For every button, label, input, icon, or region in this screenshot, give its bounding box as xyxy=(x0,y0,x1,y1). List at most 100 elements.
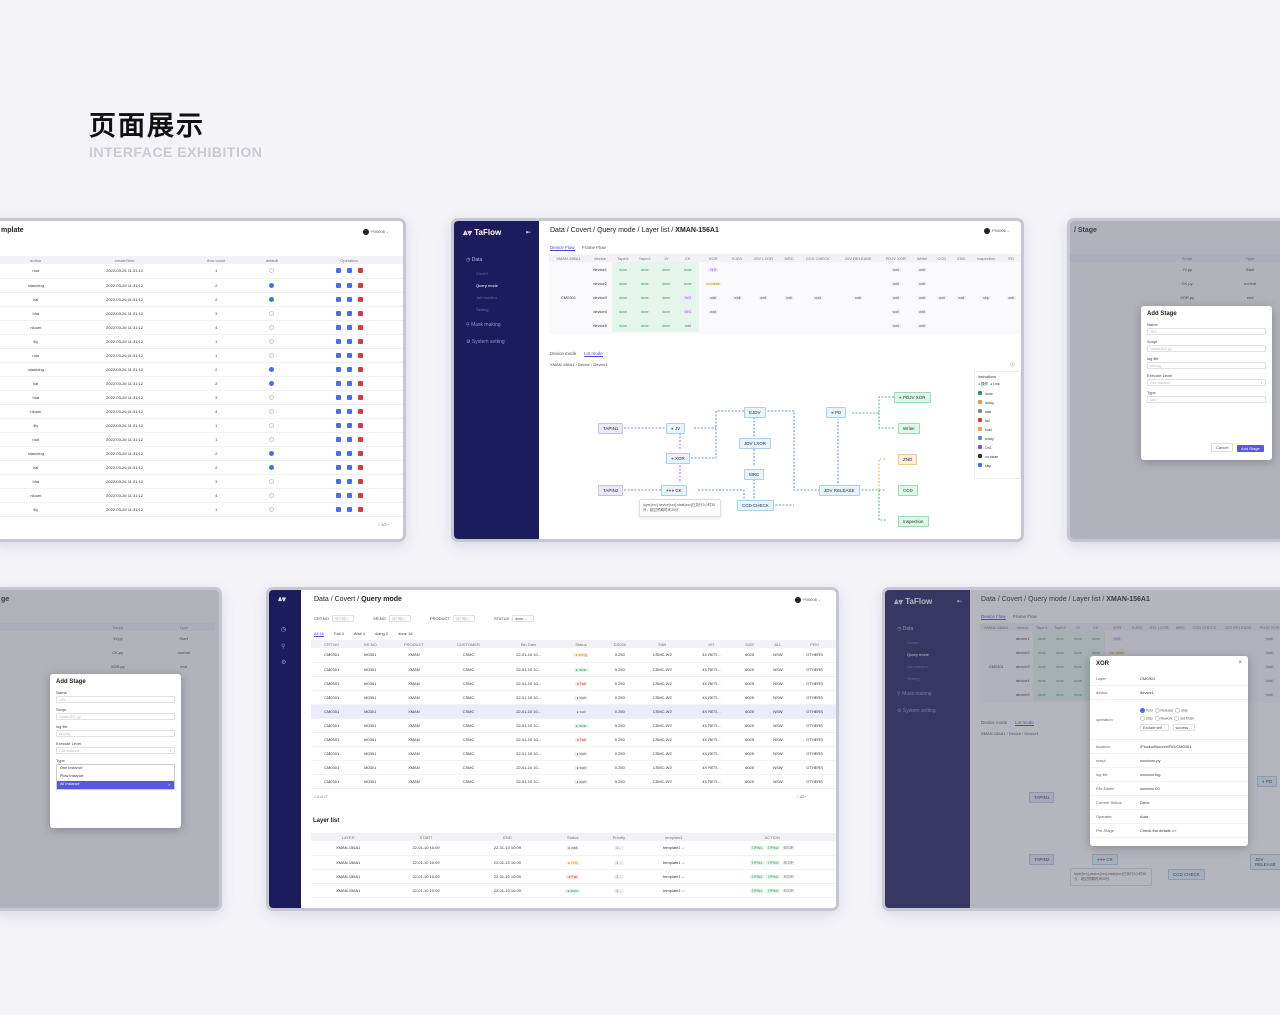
default-radio[interactable] xyxy=(269,380,275,386)
node-ccd-check[interactable]: CCD CHECK xyxy=(737,500,774,511)
tipin1-button[interactable]: TIPIN1 xyxy=(749,874,765,879)
delete-icon[interactable] xyxy=(357,366,363,372)
set-finish-radio[interactable] xyxy=(1174,716,1180,721)
download-icon[interactable] xyxy=(346,324,352,330)
delete-icon[interactable] xyxy=(357,408,363,414)
stop-button[interactable]: STOP xyxy=(781,874,796,879)
download-icon[interactable] xyxy=(346,310,352,316)
user-menu[interactable]: P00006 ⌵ xyxy=(363,229,389,235)
status-tab[interactable]: done 16 xyxy=(398,631,412,636)
exclude-select[interactable]: Exclude self ⌵ xyxy=(1140,724,1169,731)
download-icon[interactable] xyxy=(346,506,352,512)
delete-icon[interactable] xyxy=(357,450,363,456)
user-menu[interactable]: P00006 ⌵ xyxy=(795,597,821,603)
default-radio[interactable] xyxy=(269,296,275,302)
edit-icon[interactable] xyxy=(335,422,341,428)
tipin2-button[interactable]: TIPIN2 xyxy=(765,846,781,851)
download-icon[interactable] xyxy=(346,464,352,470)
name-input[interactable]: JDV xyxy=(1147,328,1266,335)
default-radio[interactable] xyxy=(269,366,275,372)
download-icon[interactable] xyxy=(346,282,352,288)
type-select[interactable]: start ⌵ xyxy=(1147,396,1266,403)
status-tab[interactable]: All 16 xyxy=(314,631,325,637)
node-jdv-release[interactable]: JDV RELEASE xyxy=(819,485,860,496)
edit-icon[interactable] xyxy=(335,310,341,316)
edit-icon[interactable] xyxy=(335,366,341,372)
priority-select[interactable]: 1 ⌵ xyxy=(614,874,624,879)
edit-icon[interactable] xyxy=(335,352,341,358)
stop-button[interactable]: STOP xyxy=(781,860,796,865)
edit-icon[interactable] xyxy=(335,282,341,288)
delete-icon[interactable] xyxy=(357,464,363,470)
download-icon[interactable] xyxy=(346,492,352,498)
nav-system-icon[interactable]: ⚙ xyxy=(281,659,286,666)
rework-radio[interactable] xyxy=(1154,716,1160,721)
tipin2-button[interactable]: TIPIN2 xyxy=(765,874,781,879)
delete-icon[interactable] xyxy=(357,268,363,274)
release-radio[interactable] xyxy=(1154,708,1160,713)
delete-icon[interactable] xyxy=(357,436,363,442)
exec-select[interactable]: One instance ⇕ xyxy=(56,747,175,754)
edit-icon[interactable] xyxy=(335,492,341,498)
download-icon[interactable] xyxy=(346,436,352,442)
nav-mask-icon[interactable]: ⚲ xyxy=(281,643,285,650)
delete-icon[interactable] xyxy=(357,338,363,344)
type-option-all[interactable]: All Instance ✓ xyxy=(57,781,174,789)
node-ck[interactable]: ●●● CK xyxy=(661,485,687,496)
delete-icon[interactable] xyxy=(357,352,363,358)
table-row[interactable]: CM0301 M0301 XMAN CSMC 22-01-10 10... ● doing… xyxy=(311,648,836,662)
edit-icon[interactable] xyxy=(335,464,341,470)
table-row[interactable]: CM0301 M0301 XMAN CSMC 22-01-10 10... ● wait 0… xyxy=(311,774,836,788)
template-select[interactable]: template1 ⌵ xyxy=(663,860,685,865)
hold-radio[interactable] xyxy=(1140,708,1145,713)
template-select[interactable]: template1 ⌵ xyxy=(663,845,685,850)
delete-icon[interactable] xyxy=(357,380,363,386)
delete-icon[interactable] xyxy=(357,394,363,400)
default-radio[interactable] xyxy=(269,422,275,428)
log-input[interactable]: sec.log xyxy=(56,730,175,737)
download-icon[interactable] xyxy=(346,422,352,428)
edit-icon[interactable] xyxy=(335,338,341,344)
default-radio[interactable] xyxy=(269,282,275,288)
stop-radio[interactable] xyxy=(1140,716,1145,721)
table-row[interactable]: CM0301 M0301 XMAN CSMC 22-01-10 10... ● wait 0… xyxy=(311,746,836,760)
download-icon[interactable] xyxy=(346,352,352,358)
default-radio[interactable] xyxy=(269,478,275,484)
delete-icon[interactable] xyxy=(357,492,363,498)
result-select[interactable]: success ⌵ xyxy=(1172,724,1195,731)
default-radio[interactable] xyxy=(269,324,275,330)
edit-icon[interactable] xyxy=(335,380,341,386)
node-jdv-lxor[interactable]: JDV LXOR xyxy=(739,438,772,449)
table-row[interactable]: CM0301 M0301 XMAN CSMC 22-01-10 10... ● wait 0… xyxy=(311,704,836,718)
default-radio[interactable] xyxy=(269,506,275,512)
priority-select[interactable]: 1 ⌵ xyxy=(614,846,624,851)
download-icon[interactable] xyxy=(346,380,352,386)
default-radio[interactable] xyxy=(269,436,275,442)
table-row[interactable]: CM0301 M0301 XMAN CSMC 22-01-10 10... ● Fail 0… xyxy=(311,676,836,690)
status-tab[interactable]: doing 2 xyxy=(375,631,388,636)
name-input[interactable]: JDV xyxy=(56,696,175,703)
delete-icon[interactable] xyxy=(357,422,363,428)
edit-icon[interactable] xyxy=(335,436,341,442)
edit-icon[interactable] xyxy=(335,394,341,400)
exec-select[interactable]: One instance ⇕ xyxy=(1147,379,1266,386)
log-input[interactable]: sec.log xyxy=(1147,362,1266,369)
add-stage-button[interactable]: Add Stage xyxy=(1237,445,1264,452)
default-radio[interactable] xyxy=(269,492,275,498)
node-inspection[interactable]: Inspection xyxy=(898,516,929,527)
node-xor[interactable]: ● XOR xyxy=(666,453,690,464)
delete-icon[interactable] xyxy=(357,296,363,302)
priority-select[interactable]: 1 ⌵ xyxy=(614,860,624,865)
status-select[interactable]: done ⌵ xyxy=(512,615,535,622)
delete-icon[interactable] xyxy=(357,478,363,484)
delete-icon[interactable] xyxy=(357,324,363,330)
node-jv[interactable]: ● JV xyxy=(666,423,686,434)
node-pdjv-xor[interactable]: ● PDJV XOR xyxy=(894,392,931,403)
default-radio[interactable] xyxy=(269,268,275,274)
node-znd[interactable]: ZND xyxy=(898,454,918,465)
edit-icon[interactable] xyxy=(335,408,341,414)
tipin1-button[interactable]: TIPIN1 xyxy=(749,846,765,851)
stop-button[interactable]: STOP xyxy=(781,888,796,893)
script-input[interactable]: /mask/JDC.py xyxy=(1147,345,1266,352)
default-radio[interactable] xyxy=(269,310,275,316)
